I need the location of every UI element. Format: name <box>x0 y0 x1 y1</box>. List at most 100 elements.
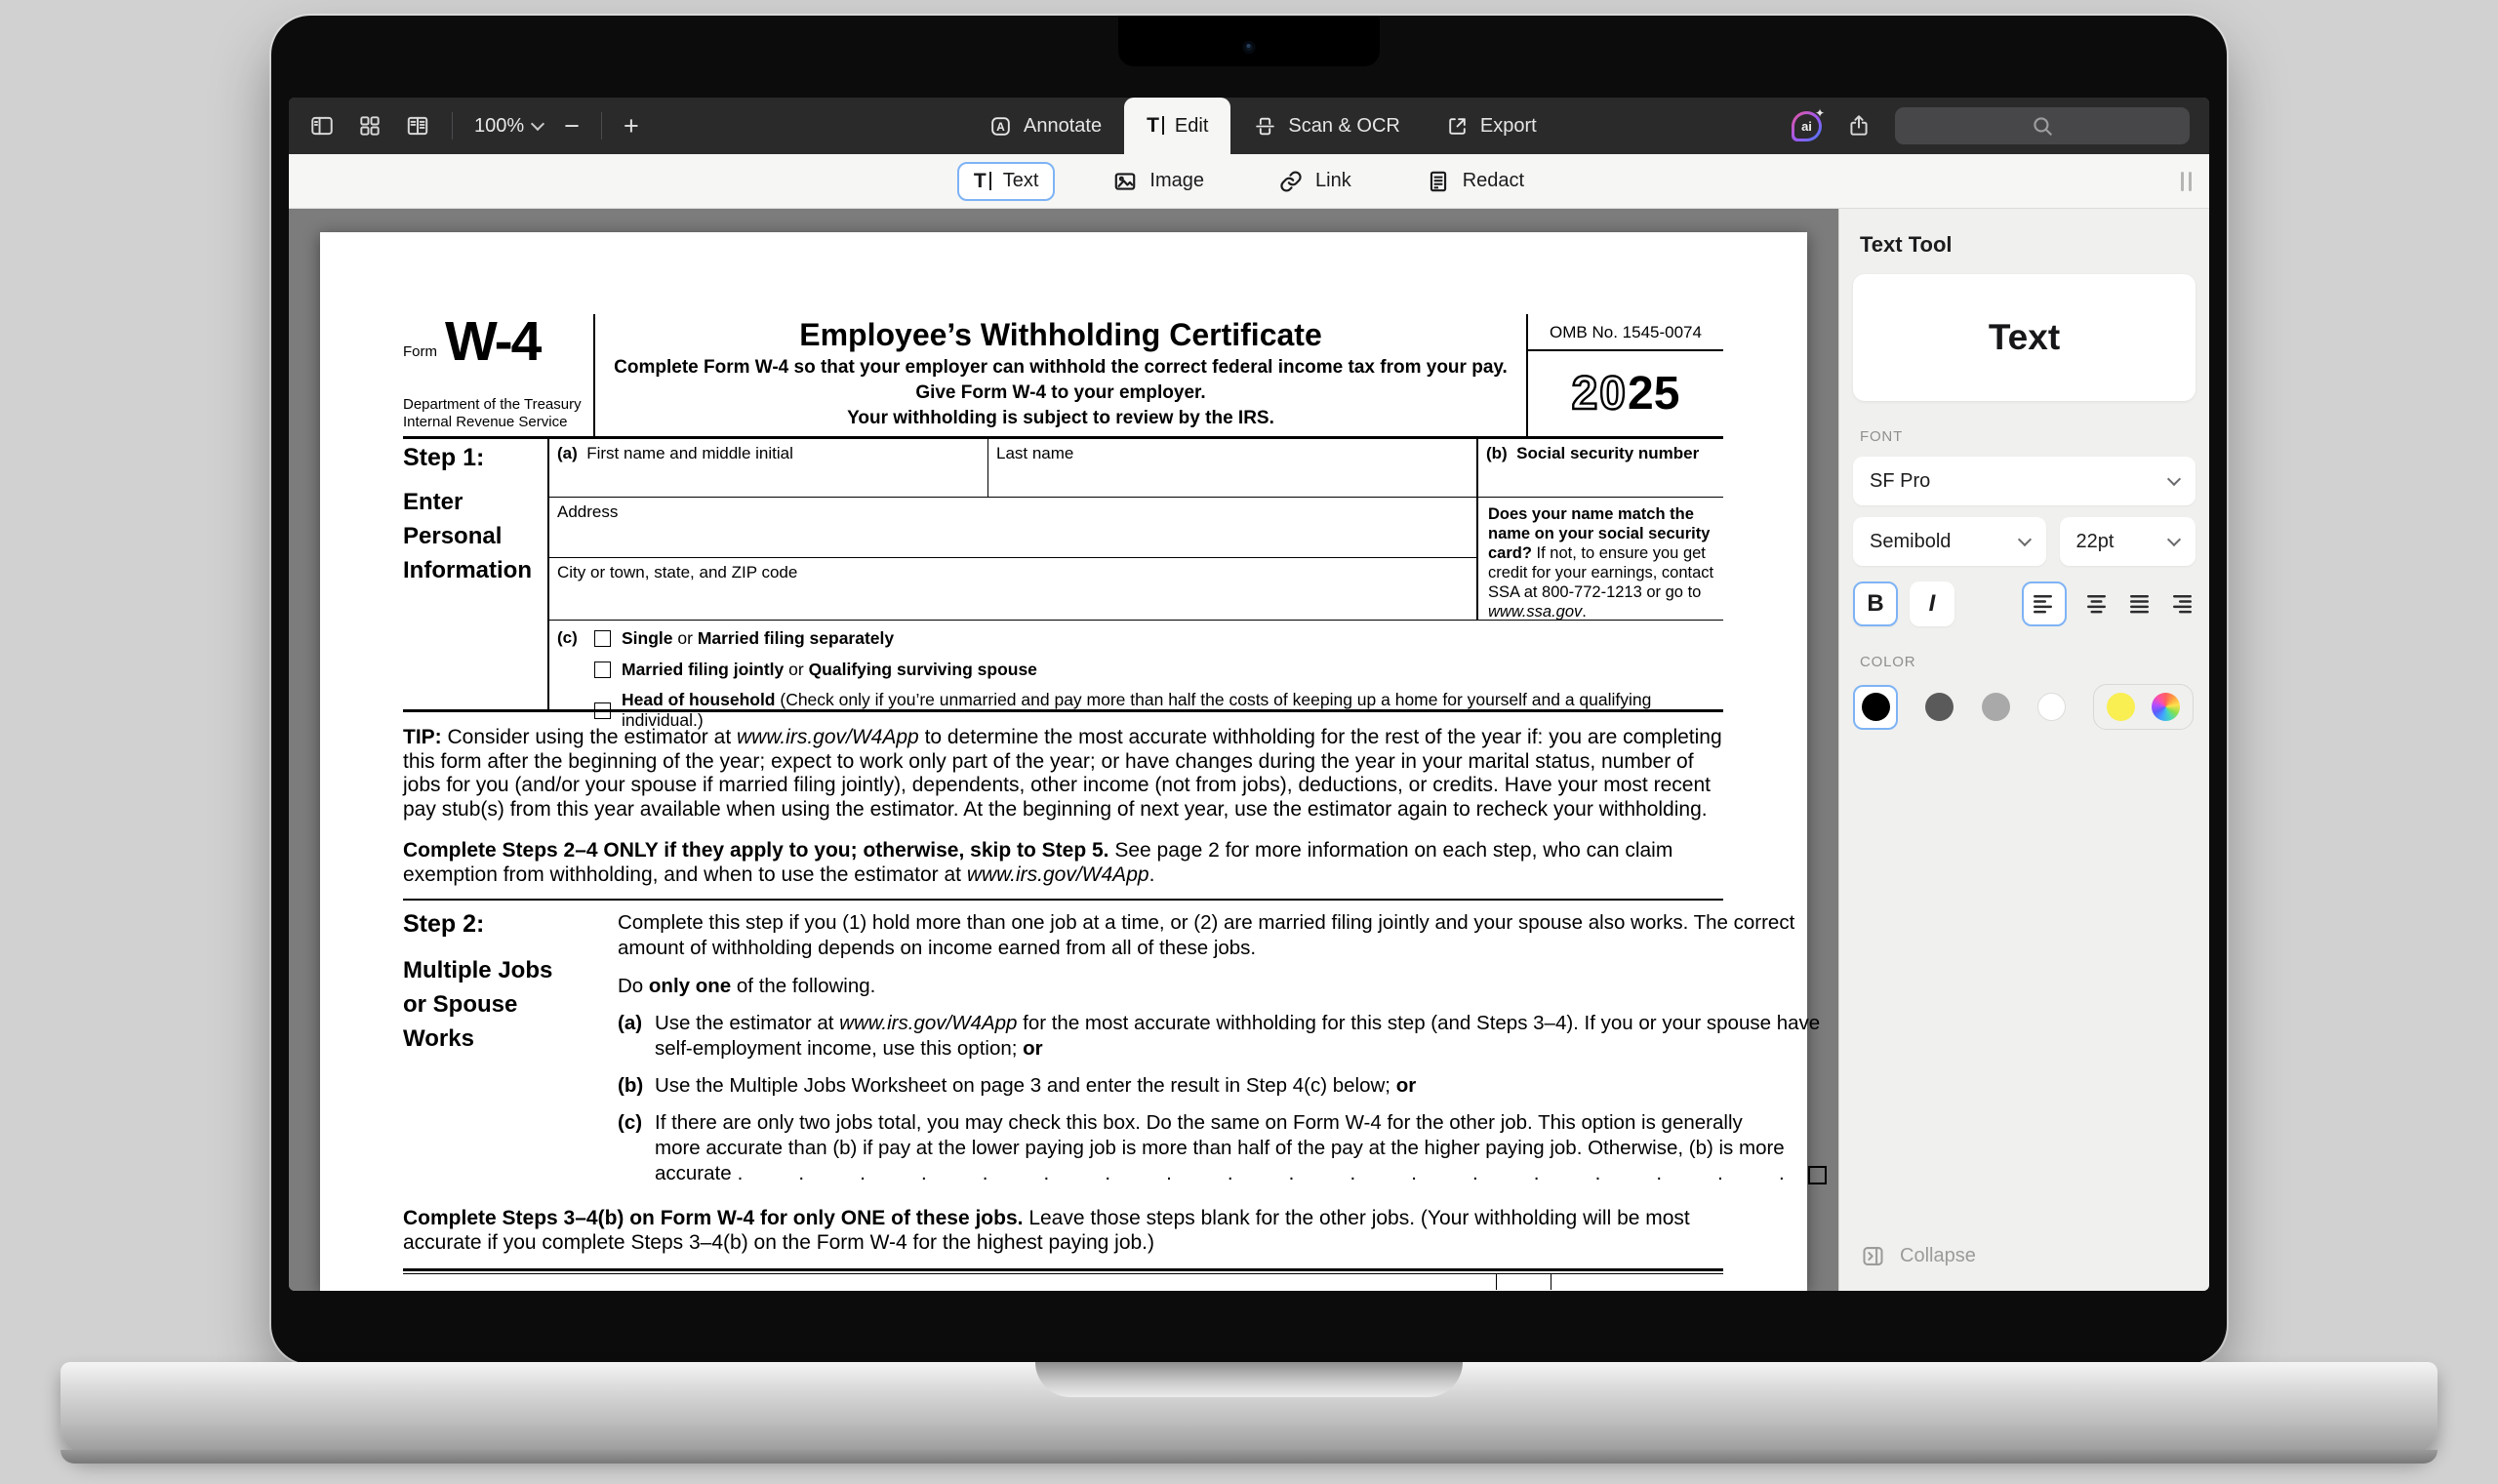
font-section-label: FONT <box>1853 428 2196 445</box>
alignment-group <box>2022 582 2196 626</box>
pdf-page: Form W-4 Department of the Treasury Inte… <box>320 232 1807 1291</box>
form-header-right: OMB No. 1545-0074 2025 <box>1528 314 1723 436</box>
color-black-swatch[interactable] <box>1853 685 1898 730</box>
color-yellow-swatch[interactable] <box>2107 693 2135 721</box>
laptop-lid: 100% − + A Annotate T Edit <box>271 16 2227 1364</box>
text-tool-button[interactable]: T Text <box>957 162 1056 201</box>
checkbox-head-of-household[interactable] <box>594 702 611 719</box>
form-title: Employee’s Withholding Certificate <box>609 317 1512 353</box>
step2-body: Complete this step if you (1) hold more … <box>618 910 1827 1186</box>
checkbox-single[interactable] <box>594 630 611 647</box>
ssn-field[interactable]: (b) Social security number <box>1476 439 1723 498</box>
desktop-background: 100% − + A Annotate T Edit <box>0 0 2498 1484</box>
image-tool-button[interactable]: Image <box>1096 161 1221 202</box>
search-input[interactable] <box>1895 107 2190 144</box>
tab-export[interactable]: Export <box>1423 98 1559 154</box>
step2-item-b: (b) Use the Multiple Jobs Worksheet on p… <box>618 1073 1827 1099</box>
step2-label-cell: Step 2: Multiple Jobs or Spouse Works <box>403 910 618 1186</box>
step2-section: Step 2: Multiple Jobs or Spouse Works Co… <box>403 910 1723 1186</box>
step1-label-cell: Step 1: Enter Personal Information <box>403 439 547 709</box>
ai-assistant-icon[interactable]: ai ✦ <box>1792 111 1822 141</box>
align-right-icon <box>2173 595 2196 614</box>
color-gray-swatch[interactable] <box>1982 693 2010 721</box>
zoom-in-button[interactable]: + <box>624 113 639 140</box>
color-wheel-swatch[interactable] <box>2152 693 2180 721</box>
toolbar-right-group: ai ✦ <box>1792 107 2190 144</box>
color-dark-gray-swatch[interactable] <box>1925 693 1954 721</box>
chevron-down-icon <box>2167 532 2181 545</box>
bold-button[interactable]: B <box>1853 582 1898 626</box>
checkbox-two-jobs[interactable] <box>1808 1166 1827 1184</box>
document-canvas: Form W-4 Department of the Treasury Inte… <box>289 209 1838 1291</box>
form-header-left: Form W-4 Department of the Treasury Inte… <box>403 314 595 436</box>
zoom-level-dropdown[interactable]: 100% <box>474 115 543 138</box>
omb-number: OMB No. 1545-0074 <box>1528 314 1723 351</box>
sidebar-toggle-icon[interactable] <box>308 113 335 140</box>
option-single: Single or Married filing separately <box>594 628 1719 649</box>
align-justify-icon <box>2130 595 2153 614</box>
option-married-jointly: Married filing jointly or Qualifying sur… <box>594 660 1719 680</box>
align-center-button[interactable] <box>2087 595 2110 614</box>
link-tool-button[interactable]: Link <box>1262 161 1368 202</box>
text-tool-icon: T <box>974 170 991 193</box>
text-style-preview[interactable]: Text <box>1853 274 2196 401</box>
font-weight-size-row: Semibold 22pt <box>1853 505 2196 566</box>
share-icon[interactable] <box>1845 113 1872 140</box>
align-center-icon <box>2087 595 2110 614</box>
color-swatches <box>1853 684 2196 730</box>
mode-tabs: A Annotate T Edit Scan & OCR Export <box>966 98 1559 154</box>
font-size-select[interactable]: 22pt <box>2060 517 2196 566</box>
color-extra-group <box>2093 684 2194 730</box>
toolbar-divider <box>452 112 453 140</box>
chevron-down-icon <box>531 116 544 130</box>
dotted-leaders: . . . . . . . . . . . . . . . . . . <box>738 1162 1786 1184</box>
address-field[interactable]: Address <box>547 498 1476 558</box>
city-field[interactable]: City or town, state, and ZIP code <box>547 558 1476 620</box>
collapse-icon <box>1860 1243 1886 1269</box>
form-year: 2025 <box>1528 351 1723 436</box>
redact-tool-button[interactable]: Redact <box>1409 161 1541 202</box>
image-icon <box>1112 169 1138 194</box>
thumbnails-grid-icon[interactable] <box>356 113 383 140</box>
zoom-out-button[interactable]: − <box>564 113 580 140</box>
svg-text:A: A <box>996 119 1005 133</box>
checkbox-married-jointly[interactable] <box>594 662 611 678</box>
step1-section: Step 1: Enter Personal Information (a) F… <box>403 439 1723 712</box>
color-white-swatch[interactable] <box>2037 693 2066 721</box>
form-header-center: Employee’s Withholding Certificate Compl… <box>595 314 1528 436</box>
lid-lift-notch <box>1035 1362 1463 1397</box>
camera-dot <box>1243 41 1256 54</box>
ssa-note: Does your name match the name on your so… <box>1476 498 1723 620</box>
font-family-select[interactable]: SF Pro <box>1853 457 2196 505</box>
align-left-icon <box>2034 595 2056 614</box>
step2-item-a: (a) Use the estimator at www.irs.gov/W4A… <box>618 1011 1827 1062</box>
format-row: B I <box>1853 582 2196 626</box>
annotate-icon: A <box>988 114 1013 139</box>
tip-paragraph: TIP: Consider using the estimator at www… <box>403 726 1723 822</box>
font-weight-select[interactable]: Semibold <box>1853 517 2046 566</box>
redact-icon <box>1426 169 1451 194</box>
color-section-label: COLOR <box>1853 654 2196 670</box>
two-page-view-icon[interactable] <box>404 113 430 140</box>
collapse-panel-button[interactable]: Collapse <box>1860 1243 1976 1269</box>
form-number: W-4 <box>445 316 540 367</box>
first-name-field[interactable]: (a) First name and middle initial <box>547 439 988 498</box>
panel-resize-handle[interactable] <box>2181 172 2192 191</box>
text-tool-panel: Text Tool Text FONT SF Pro Semibold <box>1838 209 2209 1291</box>
tab-annotate[interactable]: A Annotate <box>966 98 1124 154</box>
toolbar-left-group: 100% − + <box>308 112 639 140</box>
tab-edit[interactable]: T Edit <box>1124 98 1230 154</box>
search-icon <box>2030 113 2055 139</box>
edit-subtoolbar: T Text Image Link Redact <box>289 154 2209 209</box>
italic-button[interactable]: I <box>1910 582 1954 626</box>
content-area: Form W-4 Department of the Treasury Inte… <box>289 209 2209 1291</box>
toolbar: 100% − + A Annotate T Edit <box>289 98 2209 154</box>
step2-paragraph-1: Complete this step if you (1) hold more … <box>618 910 1827 961</box>
last-name-field[interactable]: Last name <box>988 439 1476 498</box>
align-left-button[interactable] <box>2022 582 2067 626</box>
align-justify-button[interactable] <box>2130 595 2153 614</box>
scanner-icon <box>1253 114 1277 139</box>
filing-status-options: (c) Single or Married filing separately … <box>547 620 1723 709</box>
align-right-button[interactable] <box>2173 595 2196 614</box>
tab-scan-ocr[interactable]: Scan & OCR <box>1230 98 1422 154</box>
